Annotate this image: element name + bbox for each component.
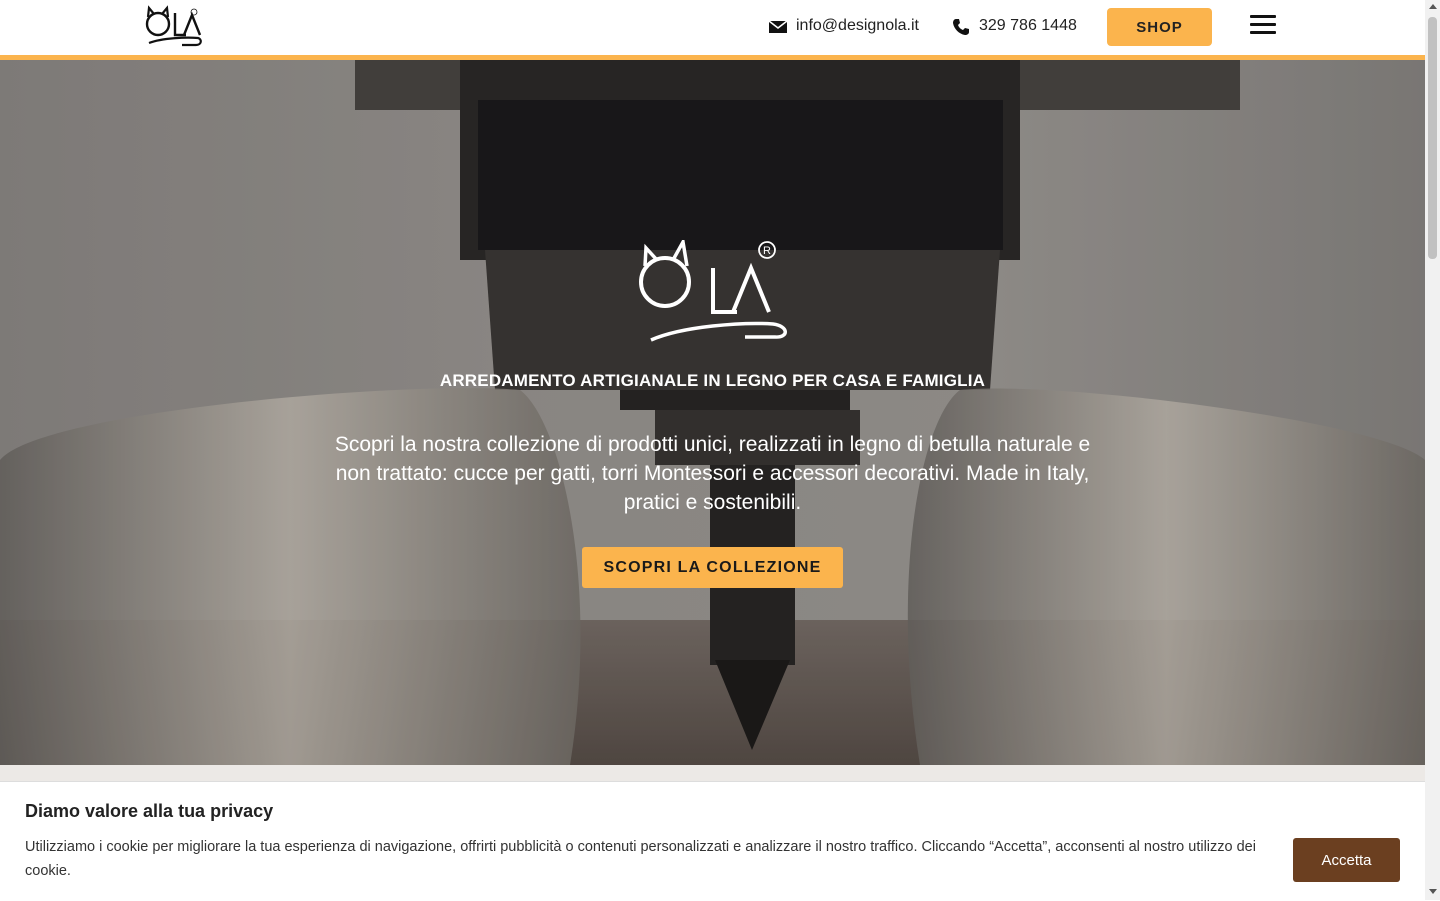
hero-description: Scopri la nostra collezione di prodotti …	[334, 433, 1091, 514]
scroll-down-arrow-icon[interactable]	[1429, 889, 1437, 894]
email-link[interactable]: info@designola.it	[796, 16, 919, 36]
site-header: info@designola.it 329 786 1448 SHOP	[0, 0, 1425, 55]
cookie-text: Utilizziamo i cookie per migliorare la t…	[25, 839, 1256, 879]
shop-button[interactable]: SHOP	[1107, 8, 1212, 46]
hamburger-menu-icon[interactable]	[1250, 15, 1276, 37]
accept-cookies-button[interactable]: Accetta	[1293, 838, 1400, 882]
hero-section: R ARREDAMENTO ARTIGIANALE IN LEGNO PER C…	[0, 60, 1425, 765]
cookie-title: Diamo valore alla tua privacy	[25, 801, 274, 821]
discover-collection-button[interactable]: SCOPRI LA COLLEZIONE	[582, 547, 843, 588]
phone-icon	[953, 19, 969, 35]
cookie-banner: Diamo valore alla tua privacy Utilizziam…	[0, 781, 1425, 901]
ola-logo-icon: R	[639, 240, 787, 342]
hero-tagline: ARREDAMENTO ARTIGIANALE IN LEGNO PER CAS…	[439, 371, 986, 390]
scroll-up-arrow-icon[interactable]	[1429, 4, 1437, 9]
mail-icon	[768, 20, 788, 33]
ola-logo-icon[interactable]	[142, 5, 204, 49]
svg-text:R: R	[763, 245, 771, 257]
page-scrollbar[interactable]	[1425, 0, 1440, 900]
scrollbar-thumb[interactable]	[1428, 17, 1437, 259]
phone-link[interactable]: 329 786 1448	[979, 16, 1077, 36]
hero-background-image	[0, 60, 1425, 765]
